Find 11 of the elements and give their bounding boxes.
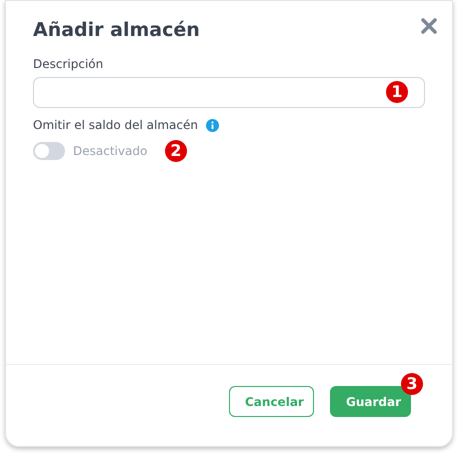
close-icon[interactable] bbox=[420, 17, 438, 35]
dialog-title: Añadir almacén bbox=[33, 19, 201, 41]
callout-badge: 3 bbox=[401, 373, 423, 395]
toggle-switch[interactable] bbox=[33, 142, 65, 160]
cancel-button[interactable]: Cancelar bbox=[229, 386, 314, 417]
toggle-state: Desactivado bbox=[73, 144, 148, 158]
info-icon[interactable] bbox=[206, 118, 219, 132]
description-field[interactable] bbox=[33, 77, 425, 108]
callout-badge: 2 bbox=[165, 140, 187, 162]
toggle-label: Omitir el saldo del almacén bbox=[33, 118, 198, 132]
field-label: Descripción bbox=[33, 57, 104, 71]
